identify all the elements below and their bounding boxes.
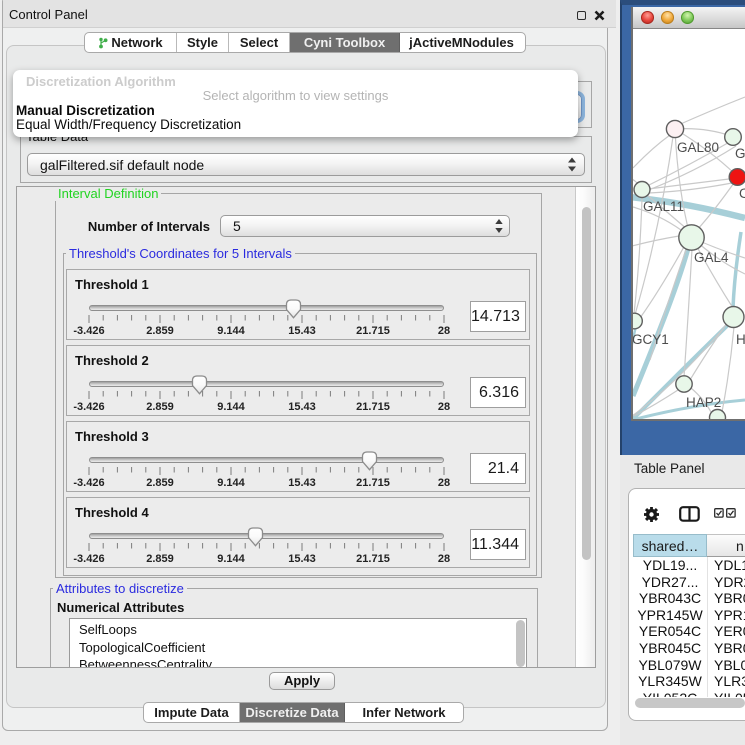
svg-text:GA: GA [735, 146, 745, 161]
svg-text:HA: HA [736, 332, 745, 347]
svg-text:GAL11: GAL11 [643, 199, 684, 214]
svg-text:GCY1: GCY1 [633, 332, 669, 347]
svg-text:GAL80: GAL80 [677, 140, 719, 155]
svg-text:GAL4: GAL4 [694, 250, 729, 265]
svg-text:HAP2: HAP2 [686, 395, 721, 410]
svg-text:CR: CR [739, 186, 745, 201]
